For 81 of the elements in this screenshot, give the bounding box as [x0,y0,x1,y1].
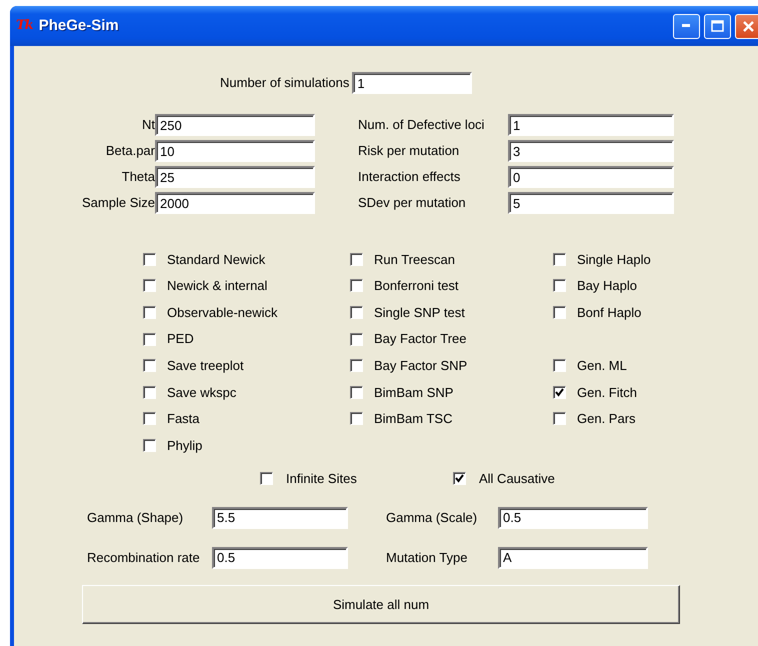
checkbox[interactable] [143,252,156,266]
field-label: Interaction effects [358,168,462,186]
checkbox[interactable] [553,252,566,266]
checkbox[interactable] [553,359,566,372]
field-label: Beta.par [104,142,155,160]
field-label: Nt [141,116,155,134]
checkbox-label: PED [167,330,194,348]
field-label: Gamma (Shape) [87,508,184,527]
checkbox[interactable] [553,412,566,426]
checkbox-label: Save wkspc [167,384,236,402]
checkbox[interactable] [143,438,156,452]
field-label: Mutation Type [386,548,468,567]
input-field[interactable]: 1 [508,114,674,136]
input-field[interactable]: 3 [508,140,674,162]
field-label: Number of simulations [220,74,350,92]
checkbox[interactable] [260,472,273,486]
input-field[interactable]: 5 [508,192,674,214]
field-label: Sample Size [81,194,155,212]
checkbox-label: BimBam TSC [374,410,452,428]
checkbox[interactable] [453,472,466,486]
field-label: Gamma (Scale) [386,508,478,527]
minimize-icon [682,24,691,28]
simulate-button[interactable]: Simulate all num [82,584,680,624]
checkbox-label: Bonferroni test [374,277,459,296]
field-label: Num. of Defective loci [358,116,486,134]
input-field[interactable]: 0.5 [212,546,348,569]
checkbox[interactable] [143,386,156,399]
checkbox[interactable] [143,279,156,292]
checkbox-label: Gen. ML [577,356,627,375]
maximize-button[interactable] [704,14,731,38]
checkbox[interactable] [143,306,156,319]
checkbox[interactable] [350,279,363,292]
checkbox-label: Bay Haplo [577,277,637,296]
checkbox[interactable] [350,252,363,266]
checkbox[interactable] [553,386,566,399]
input-field[interactable]: 5.5 [212,506,348,529]
checkbox[interactable] [350,386,363,399]
checkbox[interactable] [143,412,156,426]
input-field[interactable]: 25 [155,166,315,188]
maximize-icon [711,20,724,32]
input-field[interactable]: 0.5 [498,506,648,529]
checkbox-label: All Causative [479,470,555,488]
input-field[interactable]: A [498,546,648,569]
checkbox[interactable] [350,359,363,372]
checkbox-label: BimBam SNP [374,384,454,402]
checkbox-label: Fasta [167,410,200,428]
checkbox-label: Gen. Fitch [577,384,637,402]
checkbox-label: Single Haplo [577,250,651,269]
checkbox-label: Bonf Haplo [577,304,642,322]
field-label: SDev per mutation [358,194,467,212]
checkbox-label: Bay Factor SNP [374,356,468,375]
input-field[interactable]: 2000 [155,192,315,214]
checkbox[interactable] [350,412,363,426]
checkbox[interactable] [350,306,363,319]
checkbox[interactable] [553,279,566,292]
app-logo: Tk [16,17,33,36]
checkbox-label: Save treeplot [167,356,244,375]
input-field[interactable]: 250 [155,114,315,136]
checkbox-label: Run Treescan [374,250,455,269]
close-icon [742,20,755,32]
field-label: Risk per mutation [358,142,460,160]
checkbox-label: Bay Factor Tree [374,330,466,348]
window-title: PheGe-Sim [38,16,119,36]
checkbox-label: Infinite Sites [286,470,357,488]
checkbox[interactable] [143,332,156,346]
input-field[interactable]: 1 [352,72,472,94]
checkbox-label: Standard Newick [167,250,266,269]
checkbox[interactable] [143,359,156,372]
checkbox[interactable] [553,306,566,319]
close-button[interactable] [735,14,758,38]
checkbox[interactable] [350,332,363,346]
checkbox-label: Observable-newick [167,304,278,322]
checkbox-label: Phylip [167,436,202,455]
input-field[interactable]: 10 [155,140,315,162]
checkbox-label: Single SNP test [374,304,465,322]
field-label: Recombination rate [87,548,201,567]
field-label: Theta [120,168,155,186]
input-field[interactable]: 0 [508,166,674,188]
checkbox-label: Gen. Pars [577,410,636,428]
minimize-button[interactable] [673,14,700,38]
checkbox-label: Newick & internal [167,277,268,296]
